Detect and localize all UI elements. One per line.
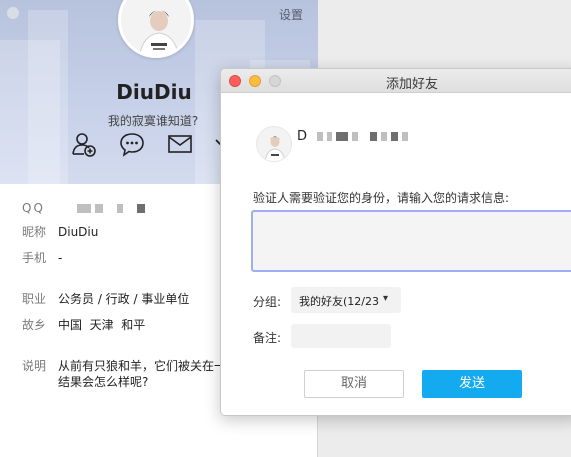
job-value: 公务员 / 行政 / 事业单位 bbox=[58, 292, 190, 306]
phone-label: 手机 bbox=[22, 251, 47, 265]
add-friend-button[interactable] bbox=[70, 130, 98, 158]
chat-bubble-icon bbox=[120, 133, 144, 157]
add-friend-icon bbox=[72, 133, 96, 157]
nickname-value: DiuDiu bbox=[58, 225, 99, 239]
qq-number-redacted bbox=[77, 200, 149, 216]
group-label: 分组: bbox=[253, 295, 282, 309]
group-select-value: 我的好友(12/23 bbox=[299, 295, 379, 308]
group-select[interactable]: 我的好友(12/23 ▾ bbox=[291, 287, 401, 313]
user-avatar bbox=[256, 126, 292, 162]
person-photo-icon bbox=[121, 0, 191, 55]
window-close-button[interactable] bbox=[7, 7, 19, 19]
mail-button[interactable] bbox=[166, 130, 194, 158]
profile-avatar[interactable] bbox=[118, 0, 194, 58]
add-friend-dialog: 添加好友 D 验证人需要验证您的身份，请输入您的请求信息: 分组: 我的好友(1… bbox=[220, 68, 571, 416]
job-label: 职业 bbox=[22, 292, 47, 306]
hometown-value: 中国 天津 和平 bbox=[58, 318, 146, 332]
user-name: D bbox=[297, 129, 412, 144]
note-label: 备注: bbox=[253, 331, 282, 345]
verify-message-input[interactable] bbox=[251, 210, 571, 272]
dialog-title: 添加好友 bbox=[385, 77, 438, 92]
hometown-label: 故乡 bbox=[22, 318, 47, 332]
cancel-button[interactable]: 取消 bbox=[304, 370, 404, 398]
chat-button[interactable] bbox=[118, 130, 146, 158]
phone-value: - bbox=[58, 251, 63, 265]
settings-link[interactable]: 设置 bbox=[279, 6, 303, 23]
description-value: 从前有只狼和羊，它们被关在一结果会怎么样呢? bbox=[58, 359, 227, 389]
send-button[interactable]: 发送 bbox=[422, 370, 522, 398]
mail-icon bbox=[168, 135, 192, 153]
verify-prompt: 验证人需要验证您的身份，请输入您的请求信息: bbox=[253, 191, 510, 205]
note-input[interactable] bbox=[291, 324, 391, 348]
nickname-label: 昵称 bbox=[22, 225, 47, 239]
description-label: 说明 bbox=[22, 359, 47, 373]
dialog-titlebar[interactable]: 添加好友 bbox=[221, 69, 571, 93]
person-photo-icon bbox=[257, 127, 291, 161]
qq-label: QQ bbox=[22, 201, 45, 215]
dropdown-caret-icon: ▾ bbox=[383, 293, 389, 304]
user-name-initial: D bbox=[297, 129, 308, 144]
